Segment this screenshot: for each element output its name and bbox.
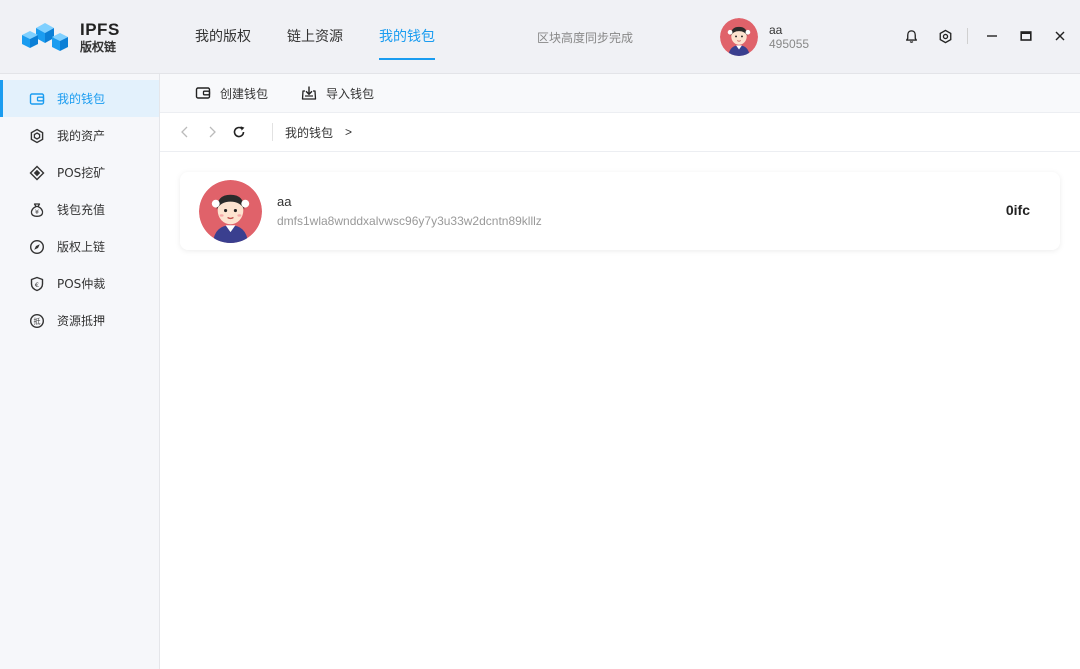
sidebar-item-label: POS挖矿	[57, 166, 106, 180]
import-wallet-button[interactable]: 导入钱包	[301, 85, 374, 102]
header-icons	[887, 26, 1070, 46]
cubes-logo-icon	[20, 20, 72, 54]
wallet-icon	[29, 91, 45, 107]
svg-text:€: €	[35, 280, 39, 288]
nav-tab-my-copyright[interactable]: 我的版权	[195, 0, 251, 74]
create-wallet-button[interactable]: 创建钱包	[195, 85, 268, 102]
wallet-name: aa	[277, 194, 292, 209]
user-name: aa	[769, 22, 783, 37]
sidebar-item-label: 版权上链	[57, 240, 106, 254]
compass-icon	[29, 239, 45, 255]
user-info: aa 495055	[769, 23, 809, 52]
avatar	[199, 179, 262, 243]
sidebar-item-copyright-onchain[interactable]: 版权上链	[0, 228, 159, 265]
create-wallet-label: 创建钱包	[220, 86, 269, 101]
top-nav: 我的版权 链上资源 我的钱包	[195, 0, 471, 74]
avatar[interactable]	[720, 18, 758, 56]
close-icon[interactable]	[1050, 26, 1070, 46]
sidebar-item-pos-arbitration[interactable]: € POS仲裁	[0, 265, 159, 302]
maximize-icon[interactable]	[1016, 26, 1036, 46]
svg-text:¥: ¥	[35, 208, 39, 216]
user-profile[interactable]: aa 495055	[720, 18, 809, 56]
breadcrumb[interactable]: 我的钱包	[285, 124, 333, 141]
breadcrumb-arrow: >	[345, 125, 353, 139]
wallet-card[interactable]: aa dmfs1wla8wnddxalvwsc96y7y3u33w2dcntn8…	[180, 172, 1060, 250]
forward-button[interactable]	[204, 124, 220, 140]
wallet-toolbar: 创建钱包 导入钱包	[160, 74, 1080, 113]
hexagon-icon	[29, 128, 45, 144]
sidebar: 我的钱包 我的资产 POS挖矿 ¥ 钱包充值 版权上链 € POS仲裁 抵 资源…	[0, 74, 160, 669]
wallet-address: dmfs1wla8wnddxalvwsc96y7y3u33w2dcntn89kl…	[277, 214, 542, 228]
wallet-balance: 0ifc	[1005, 202, 1030, 218]
chevron-left-icon	[181, 126, 188, 138]
sidebar-item-resource-mortgage[interactable]: 抵 资源抵押	[0, 302, 159, 339]
gear-icon[interactable]	[935, 26, 955, 46]
sidebar-item-label: POS仲裁	[57, 277, 106, 291]
back-button[interactable]	[177, 124, 193, 140]
svg-text:抵: 抵	[34, 316, 41, 325]
mortgage-icon: 抵	[29, 313, 45, 329]
sidebar-item-label: 钱包充值	[57, 203, 106, 217]
refresh-button[interactable]	[231, 124, 247, 140]
title-bar: IPFS 版权链 我的版权 链上资源 我的钱包 区块高度同步完成 aa 4950…	[0, 0, 1080, 74]
nav-tab-chain-resources[interactable]: 链上资源	[287, 0, 343, 74]
wallet-icon	[195, 85, 211, 101]
app-logo: IPFS 版权链	[20, 20, 120, 54]
wallet-info: aa dmfs1wla8wnddxalvwsc96y7y3u33w2dcntn8…	[277, 194, 542, 228]
shield-icon: €	[29, 276, 45, 292]
bell-icon[interactable]	[901, 26, 921, 46]
logo-subtitle: 版权链	[80, 40, 117, 54]
import-icon	[301, 85, 317, 101]
sync-status-text: 区块高度同步完成	[537, 31, 634, 45]
sidebar-item-label: 我的钱包	[57, 92, 106, 106]
chevron-right-icon	[209, 126, 216, 138]
sidebar-item-label: 我的资产	[57, 129, 106, 143]
navbar-divider	[272, 123, 273, 141]
user-id: 495055	[769, 37, 810, 51]
minimize-icon[interactable]	[982, 26, 1002, 46]
logo-title: IPFS	[80, 20, 120, 39]
sidebar-item-my-assets[interactable]: 我的资产	[0, 117, 159, 154]
sidebar-item-wallet-recharge[interactable]: ¥ 钱包充值	[0, 191, 159, 228]
sidebar-item-pos-mining[interactable]: POS挖矿	[0, 154, 159, 191]
sidebar-item-my-wallet[interactable]: 我的钱包	[0, 80, 159, 117]
nav-tab-my-wallet[interactable]: 我的钱包	[379, 0, 435, 74]
refresh-icon	[233, 126, 245, 138]
navigation-bar: 我的钱包 >	[160, 113, 1080, 152]
header-divider	[967, 28, 968, 44]
diamond-icon	[29, 165, 45, 181]
logo-text: IPFS 版权链	[80, 21, 120, 53]
sidebar-item-label: 资源抵押	[57, 314, 106, 328]
import-wallet-label: 导入钱包	[326, 86, 375, 101]
money-bag-icon: ¥	[29, 202, 45, 218]
